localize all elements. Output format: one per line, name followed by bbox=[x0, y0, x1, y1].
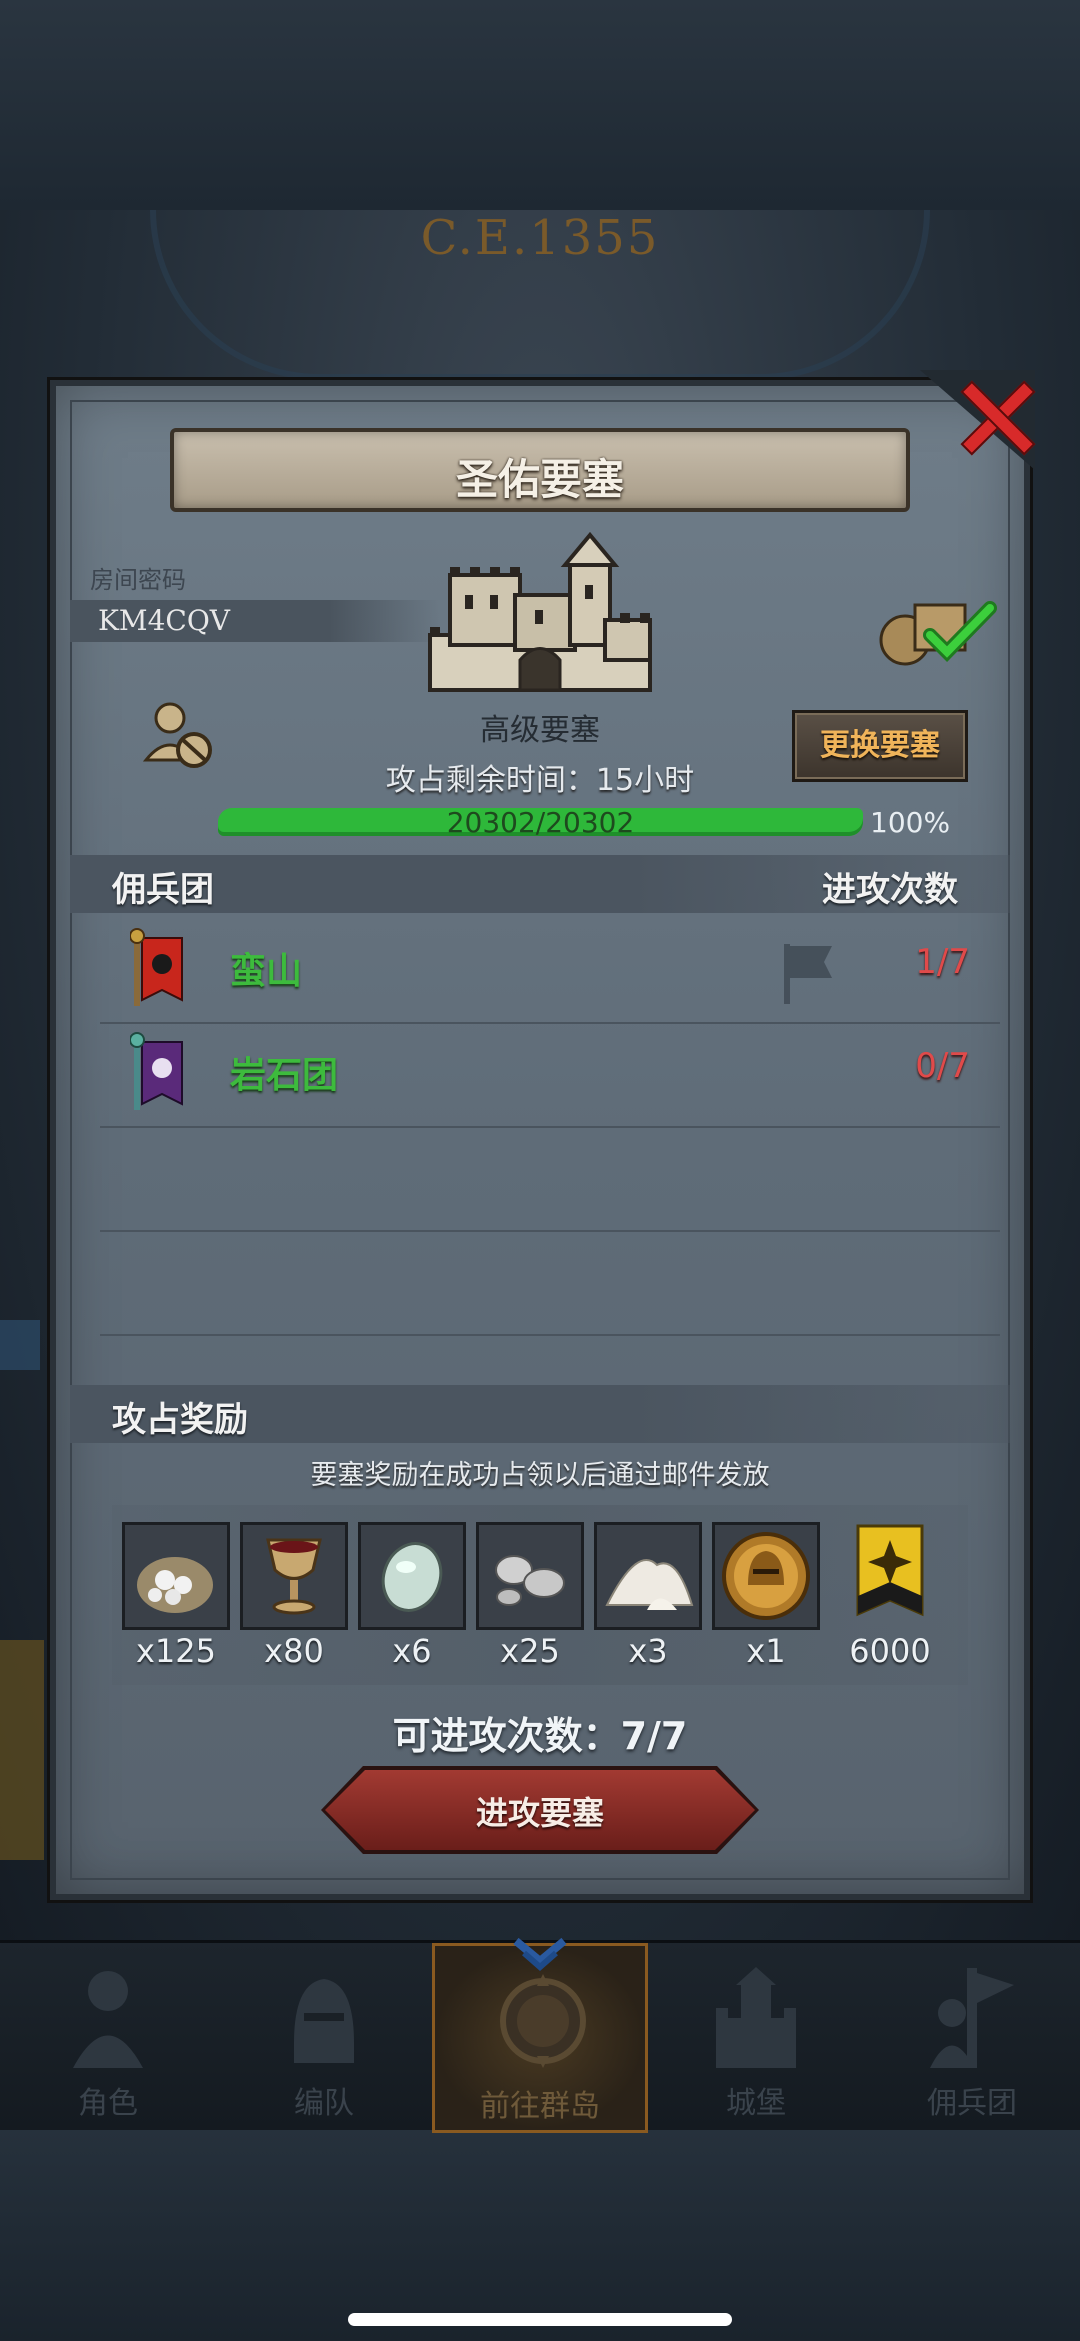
home-indicator[interactable] bbox=[348, 2313, 732, 2326]
mercenary-row[interactable]: 岩石团 0/7 bbox=[100, 1024, 1000, 1128]
mercenary-attack-count: 1/7 bbox=[915, 942, 970, 982]
gem-stone-icon[interactable] bbox=[358, 1522, 466, 1630]
empty-row bbox=[100, 1128, 1000, 1232]
nav-label: 佣兵团 bbox=[927, 2086, 1017, 2121]
no-join-icon[interactable] bbox=[140, 700, 220, 772]
change-fortress-button[interactable]: 更换要塞 bbox=[792, 710, 968, 782]
helmet-icon bbox=[294, 1979, 354, 2063]
room-code[interactable]: KM4CQV bbox=[98, 604, 230, 637]
time-remaining: 攻占剩余时间：15小时 bbox=[385, 763, 695, 798]
nav-item-mercenary[interactable]: 佣兵团 bbox=[864, 1943, 1080, 2133]
honor-banner-icon[interactable] bbox=[850, 1522, 930, 1630]
hp-percent: 100% bbox=[870, 806, 951, 839]
resource-check-icon[interactable] bbox=[875, 590, 1000, 670]
mercenary-banner-icon bbox=[130, 928, 183, 1006]
attacks-remaining: 可进攻次数：7/7 bbox=[392, 1714, 688, 1758]
dialog-title: 圣佑要塞 bbox=[455, 455, 624, 504]
close-icon[interactable] bbox=[955, 375, 1035, 455]
side-shortcut bbox=[0, 1320, 40, 1370]
room-code-label: 房间密码 bbox=[90, 566, 186, 594]
mercenary-name: 蛮山 bbox=[230, 951, 303, 992]
nav-item-character[interactable]: 角色 bbox=[0, 1943, 216, 2133]
reward-qty: 6000 bbox=[849, 1632, 931, 1670]
goblet-icon[interactable] bbox=[240, 1522, 348, 1630]
fortress-icon bbox=[428, 531, 652, 692]
nav-item-castle[interactable]: 城堡 bbox=[648, 1943, 864, 2133]
mercenary-name: 岩石团 bbox=[230, 1055, 339, 1096]
mercenary-row[interactable]: 蛮山 1/7 bbox=[100, 920, 1000, 1024]
status-bar-area bbox=[0, 0, 1080, 210]
reward-qty: x125 bbox=[135, 1632, 216, 1670]
nav-label: 前往群岛 bbox=[480, 2089, 600, 2124]
mercenary-banner-icon bbox=[130, 1032, 183, 1110]
nav-label: 城堡 bbox=[726, 2086, 786, 2121]
title-banner: 圣佑要塞 bbox=[170, 428, 910, 512]
attack-count-header: 进攻次数 bbox=[822, 870, 958, 910]
fortress-type: 高级要塞 bbox=[480, 713, 600, 748]
reward-qty: x1 bbox=[746, 1632, 786, 1670]
compass-icon bbox=[500, 1974, 586, 2068]
reward-section-title: 攻占奖励 bbox=[112, 1400, 248, 1440]
chevron-down-icon bbox=[513, 1937, 567, 1971]
silver-ore-icon[interactable] bbox=[476, 1522, 584, 1630]
reward-qty: x80 bbox=[264, 1632, 324, 1670]
side-panel-edge bbox=[0, 1640, 44, 1860]
reward-qty: x3 bbox=[628, 1632, 668, 1670]
knight-icon bbox=[73, 1971, 143, 2068]
flag-icon bbox=[784, 944, 832, 1004]
mercenary-attack-count: 0/7 bbox=[915, 1046, 970, 1086]
reward-qty: x6 bbox=[392, 1632, 432, 1670]
mercenary-section-title: 佣兵团 bbox=[112, 870, 214, 910]
golden-helmet-icon[interactable] bbox=[712, 1522, 820, 1630]
reward-qty: x25 bbox=[500, 1632, 560, 1670]
era-label: C.E.1355 bbox=[420, 210, 660, 266]
attack-fortress-button[interactable]: 进攻要塞 bbox=[321, 1766, 759, 1854]
hp-text: 20302/20302 bbox=[446, 806, 635, 839]
change-fortress-label: 更换要塞 bbox=[820, 728, 940, 763]
bottom-background bbox=[0, 2130, 1080, 2341]
castle-icon bbox=[716, 1967, 796, 2068]
nav-item-formation[interactable]: 编队 bbox=[216, 1943, 432, 2133]
empty-row bbox=[100, 1232, 1000, 1336]
salt-sack-icon[interactable] bbox=[122, 1522, 230, 1630]
attack-button-label: 进攻要塞 bbox=[475, 1794, 604, 1832]
mercenary-icon bbox=[930, 1968, 1014, 2068]
nav-label: 编队 bbox=[294, 2086, 354, 2121]
reward-note: 要塞奖励在成功占领以后通过邮件发放 bbox=[310, 1460, 770, 1491]
white-powder-icon[interactable] bbox=[594, 1522, 702, 1630]
nav-label: 角色 bbox=[78, 2086, 138, 2121]
